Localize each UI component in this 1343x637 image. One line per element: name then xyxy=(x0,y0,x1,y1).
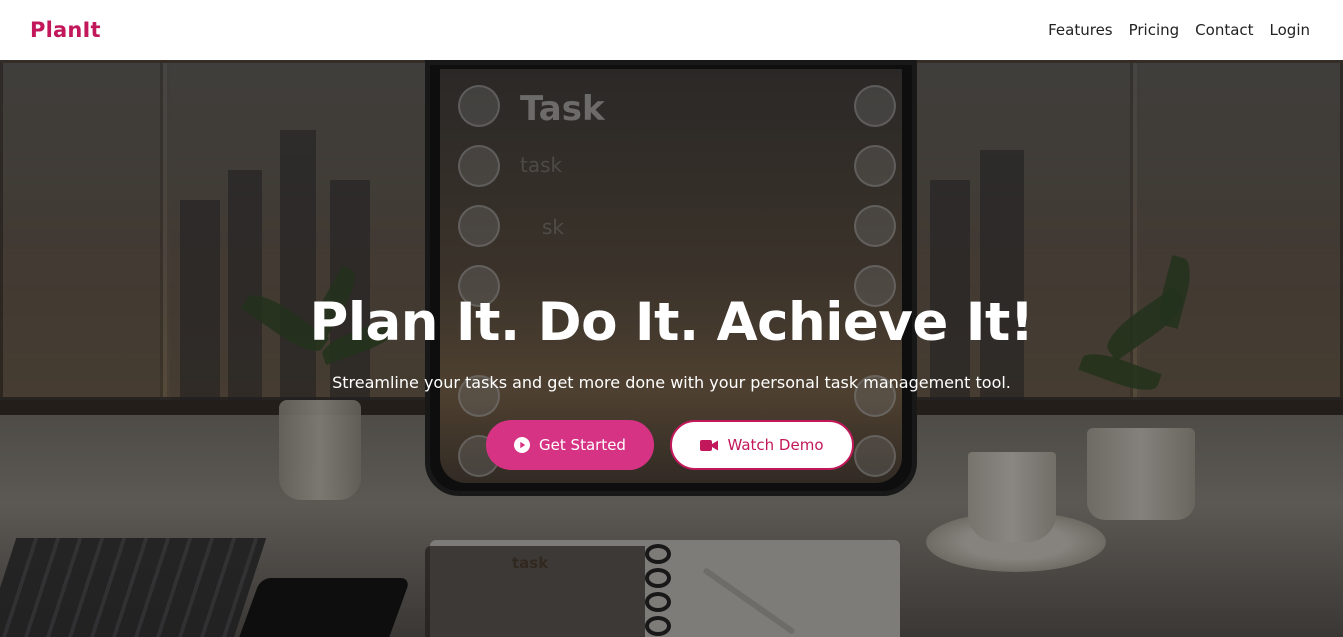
hero-section: Task task sk task Plan It. Do It. Achiev… xyxy=(0,60,1343,637)
nav-link-pricing[interactable]: Pricing xyxy=(1129,21,1180,39)
get-started-label: Get Started xyxy=(539,436,626,454)
top-navbar: PlanIt Features Pricing Contact Login xyxy=(0,0,1343,60)
watch-demo-button[interactable]: Watch Demo xyxy=(670,420,854,470)
brand-logo[interactable]: PlanIt xyxy=(30,18,101,42)
hero-subtitle: Streamline your tasks and get more done … xyxy=(332,373,1011,392)
video-camera-icon xyxy=(700,439,719,452)
nav-links: Features Pricing Contact Login xyxy=(1048,21,1310,39)
play-circle-icon xyxy=(514,437,531,453)
watch-demo-label: Watch Demo xyxy=(727,436,824,454)
hero-title: Plan It. Do It. Achieve It! xyxy=(309,292,1034,353)
hero-buttons: Get Started Watch Demo xyxy=(486,420,854,470)
nav-link-features[interactable]: Features xyxy=(1048,21,1113,39)
nav-link-login[interactable]: Login xyxy=(1270,21,1310,39)
nav-link-contact[interactable]: Contact xyxy=(1195,21,1253,39)
hero-content: Plan It. Do It. Achieve It! Streamline y… xyxy=(0,60,1343,637)
get-started-button[interactable]: Get Started xyxy=(486,420,654,470)
